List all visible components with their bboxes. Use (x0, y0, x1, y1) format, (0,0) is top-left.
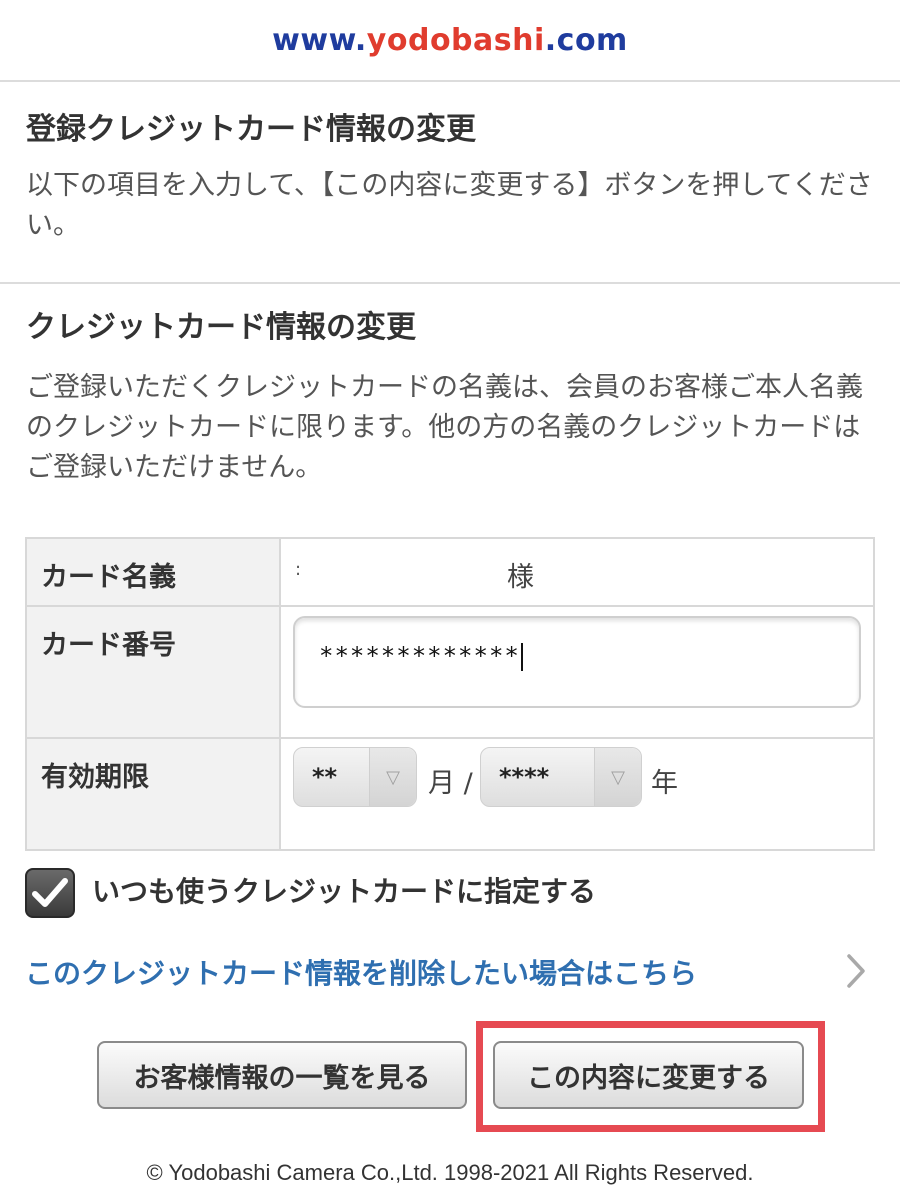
card-holder-colon: : (295, 559, 302, 580)
yodobashi-logo[interactable]: www.yodobashi.com (272, 23, 628, 58)
page-instruction: 以下の項目を入力して、【この内容に変更する】ボタンを押してください。 (26, 170, 873, 241)
page-title: 登録クレジットカード情報の変更 (26, 112, 476, 147)
logo-com: .com (544, 22, 628, 58)
card-section: クレジットカード情報の変更 ご登録いただくクレジットカードの名義は、会員のお客様… (0, 284, 900, 488)
card-number-label: カード番号 (25, 605, 281, 739)
text-caret (520, 643, 523, 671)
card-holder-label: カード名義 (25, 537, 281, 607)
default-card-checkbox[interactable] (25, 868, 75, 918)
expiry-year-value: **** (499, 763, 550, 791)
chevron-right-icon[interactable] (842, 951, 870, 991)
expiry-month-value: ** (312, 763, 338, 791)
expiry-year-select[interactable]: **** ▽ (480, 747, 642, 807)
section-title: クレジットカード情報の変更 (26, 310, 416, 345)
card-holder-value: : 様 (279, 537, 875, 607)
expiry-label: 有効期限 (25, 737, 281, 851)
delete-card-link[interactable]: このクレジットカード情報を削除したい場合はこちら (25, 952, 697, 992)
site-header: www.yodobashi.com (0, 0, 900, 82)
chevron-down-icon: ▽ (594, 748, 641, 806)
customer-info-list-button[interactable]: お客様情報の一覧を見る (97, 1041, 467, 1109)
card-number-input[interactable]: ************* (293, 616, 861, 708)
highlight-box (476, 1021, 825, 1132)
copyright-footer: © Yodobashi Camera Co.,Ltd. 1998-2021 Al… (146, 1160, 754, 1185)
expiry-month-unit: 月 / (428, 768, 473, 799)
default-card-label[interactable]: いつも使うクレジットカードに指定する (92, 870, 596, 910)
section-notice: ご登録いただくクレジットカードの名義は、会員のお客様ご本人名義のクレジットカード… (26, 372, 863, 483)
card-number-value: ************* (319, 642, 520, 670)
logo-www: www. (272, 22, 367, 58)
card-holder-suffix: 様 (507, 562, 534, 593)
logo-brand: yodobashi (366, 22, 545, 58)
expiry-month-select[interactable]: ** ▽ (293, 747, 417, 807)
chevron-down-icon: ▽ (369, 748, 416, 806)
intro-section: 登録クレジットカード情報の変更 以下の項目を入力して、【この内容に変更する】ボタ… (0, 82, 900, 284)
checkmark-icon (32, 878, 68, 907)
card-holder-row: カード名義 : 様 (25, 537, 875, 607)
expiry-year-unit: 年 (651, 768, 678, 799)
